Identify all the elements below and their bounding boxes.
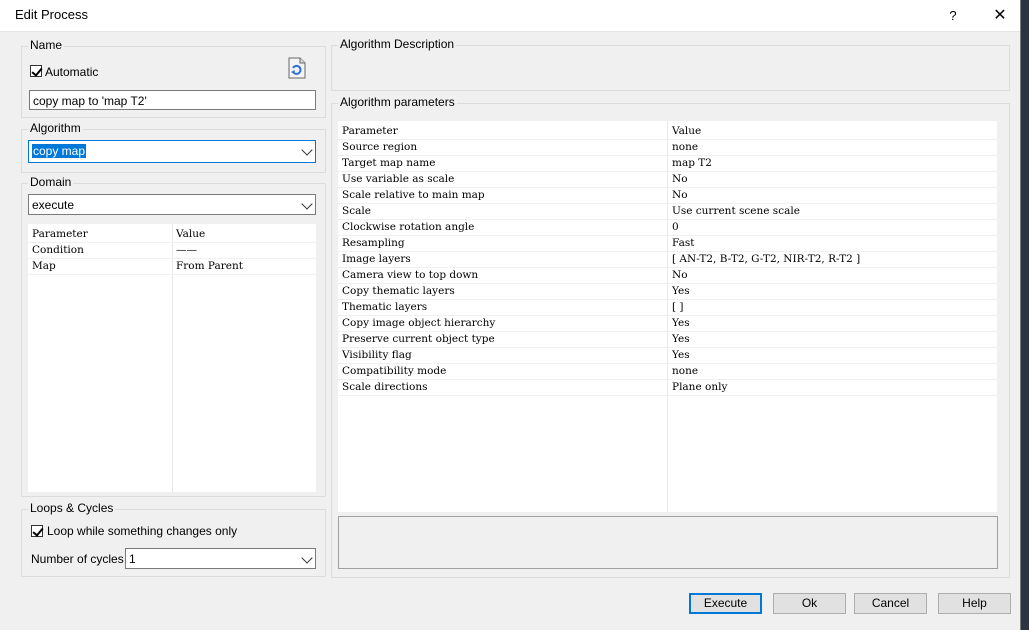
cycles-select[interactable]: 1 (125, 548, 316, 569)
process-name-input[interactable]: copy map to 'map T2' (29, 90, 316, 110)
cycles-label: Number of cycles (31, 552, 124, 566)
param-value: Plane only (672, 381, 728, 393)
param-value: 0 (672, 221, 679, 233)
table-row[interactable]: Scale Use current scene scale (338, 203, 997, 220)
parameter-description-box (338, 516, 998, 569)
table-row[interactable]: Scale relative to main map No (338, 187, 997, 204)
table-row[interactable]: Camera view to top down No (338, 267, 997, 284)
description-group: Algorithm Description (331, 37, 1010, 91)
param-value: none (672, 141, 699, 153)
param-name: Scale relative to main map (342, 189, 485, 201)
param-value: [ AN-T2, B-T2, G-T2, NIR-T2, R-T2 ] (672, 253, 861, 265)
table-row[interactable]: Compatibility mode none (338, 363, 997, 380)
execute-button[interactable]: Execute (689, 593, 762, 614)
param-name: Scale directions (342, 381, 428, 393)
table-row[interactable]: Resampling Fast (338, 235, 997, 252)
help-icon[interactable]: ? (936, 0, 970, 31)
param-name: Map (32, 260, 56, 272)
algorithm-legend: Algorithm (28, 121, 83, 135)
table-row[interactable]: Target map name map T2 (338, 155, 997, 172)
domain-selected-value: execute (32, 198, 75, 212)
value-header: Value (672, 125, 702, 137)
table-row[interactable]: Copy thematic layers Yes (338, 283, 997, 300)
domain-parameter-table: Parameter Value Condition —— Map From Pa… (28, 224, 316, 492)
loops-legend: Loops & Cycles (28, 501, 116, 515)
table-row[interactable]: Map From Parent (28, 258, 316, 275)
algorithm-selected-value: copy map (32, 144, 87, 158)
parameters-legend: Algorithm parameters (338, 95, 457, 109)
param-value: [ ] (672, 301, 684, 313)
param-value: none (672, 365, 699, 377)
description-legend: Algorithm Description (338, 37, 457, 51)
param-value: Yes (672, 349, 690, 361)
loop-checkbox[interactable] (31, 525, 43, 537)
algorithm-select[interactable]: copy map (28, 140, 316, 163)
param-name: Condition (32, 244, 84, 256)
param-name: Preserve current object type (342, 333, 495, 345)
param-header: Parameter (32, 228, 88, 240)
param-value: No (672, 189, 688, 201)
param-name: Copy image object hierarchy (342, 317, 496, 329)
dialog-title: Edit Process (15, 7, 88, 22)
param-value: Yes (672, 317, 690, 329)
table-row[interactable]: Source region none (338, 139, 997, 156)
table-row[interactable]: Copy image object hierarchy Yes (338, 315, 997, 332)
algorithm-parameter-table: Parameter Value Source region none Target… (338, 121, 997, 512)
param-name: Target map name (342, 157, 436, 169)
name-legend: Name (28, 38, 65, 52)
param-value: —— (176, 244, 197, 256)
param-name: Compatibility mode (342, 365, 447, 377)
close-icon[interactable]: ✕ (980, 0, 1020, 31)
param-value: Fast (672, 237, 695, 249)
param-name: Thematic layers (342, 301, 428, 313)
param-name: Resampling (342, 237, 405, 249)
param-name: Visibility flag (342, 349, 412, 361)
table-header-row: Parameter Value (28, 226, 316, 243)
table-header-row: Parameter Value (338, 123, 997, 140)
param-value: Yes (672, 333, 690, 345)
edit-process-dialog: Edit Process ? ✕ Name Automatic copy map… (0, 0, 1020, 630)
param-value: No (672, 269, 688, 281)
param-value: Yes (672, 285, 690, 297)
help-button[interactable]: Help (938, 593, 1011, 614)
value-header: Value (176, 228, 206, 240)
param-name: Image layers (342, 253, 411, 265)
param-value: map T2 (672, 157, 712, 169)
table-row[interactable]: Image layers [ AN-T2, B-T2, G-T2, NIR-T2,… (338, 251, 997, 268)
param-value: No (672, 173, 688, 185)
param-name: Clockwise rotation angle (342, 221, 475, 233)
chevron-down-icon (301, 552, 313, 564)
table-row[interactable]: Preserve current object type Yes (338, 331, 997, 348)
param-name: Camera view to top down (342, 269, 479, 281)
document-refresh-icon[interactable] (288, 57, 306, 79)
loop-label[interactable]: Loop while something changes only (47, 524, 237, 538)
table-row[interactable]: Scale directions Plane only (338, 379, 997, 396)
param-value: From Parent (176, 260, 243, 272)
chevron-down-icon (301, 144, 313, 156)
domain-select[interactable]: execute (28, 194, 316, 215)
ok-button[interactable]: Ok (773, 593, 846, 614)
title-bar: Edit Process ? ✕ (0, 0, 1020, 32)
param-header: Parameter (342, 125, 398, 137)
param-name: Scale (342, 205, 371, 217)
table-row[interactable]: Visibility flag Yes (338, 347, 997, 364)
param-name: Source region (342, 141, 418, 153)
chevron-down-icon (301, 198, 313, 210)
param-name: Use variable as scale (342, 173, 455, 185)
param-value: Use current scene scale (672, 205, 800, 217)
param-name: Copy thematic layers (342, 285, 455, 297)
table-row[interactable]: Use variable as scale No (338, 171, 997, 188)
automatic-label[interactable]: Automatic (45, 65, 98, 79)
cycles-value: 1 (129, 552, 136, 566)
cancel-button[interactable]: Cancel (854, 593, 927, 614)
table-row[interactable]: Condition —— (28, 242, 316, 259)
domain-legend: Domain (28, 175, 74, 189)
table-row[interactable]: Thematic layers [ ] (338, 299, 997, 316)
table-row[interactable]: Clockwise rotation angle 0 (338, 219, 997, 236)
automatic-checkbox[interactable] (30, 65, 42, 77)
